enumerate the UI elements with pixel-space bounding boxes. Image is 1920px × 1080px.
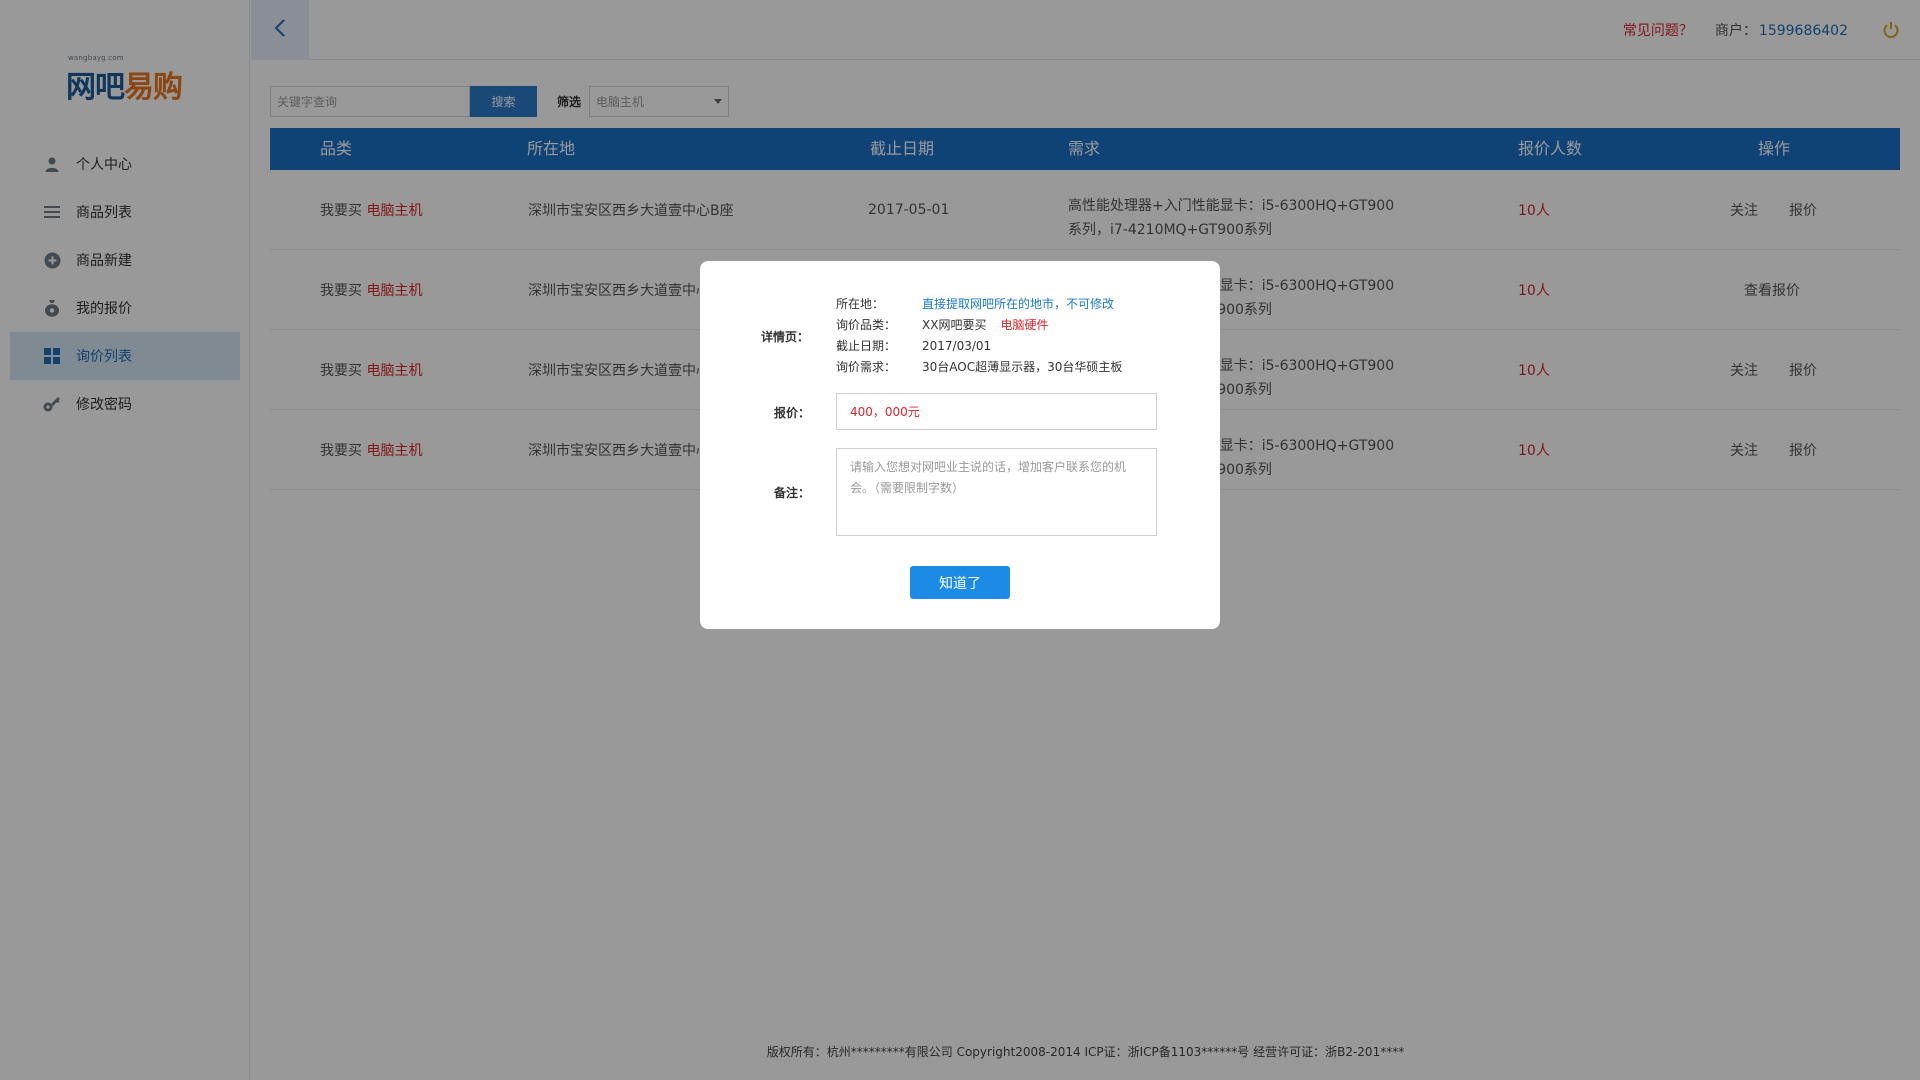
- detail-label: 详情页：: [761, 330, 810, 344]
- price-label: 报价：: [774, 406, 811, 420]
- ok-button[interactable]: 知道了: [910, 566, 1010, 599]
- remark-textarea[interactable]: 请输入您想对网吧业主说的话，增加客户联系您的机会。（需要限制字数）: [836, 448, 1157, 536]
- category-value: XX网吧要买: [922, 318, 987, 332]
- demand-key: 询价需求：: [836, 360, 897, 374]
- detail-location-line: 所在地： 直接提取网吧所在的地市，不可修改: [836, 293, 1114, 314]
- deadline-value: 2017/03/01: [922, 338, 992, 353]
- demand-value: 30台AOC超薄显示器，30台华硕主板: [922, 360, 1123, 374]
- category-red-value: 电脑硬件: [1000, 318, 1049, 332]
- location-key: 所在地：: [836, 297, 885, 311]
- detail-category-line: 询价品类： XX网吧要买 电脑硬件: [836, 314, 1048, 335]
- detail-demand-line: 询价需求： 30台AOC超薄显示器，30台华硕主板: [836, 356, 1122, 377]
- remark-label: 备注：: [774, 486, 811, 500]
- location-value: 直接提取网吧所在的地市，不可修改: [922, 297, 1115, 311]
- detail-deadline-line: 截止日期： 2017/03/01: [836, 335, 991, 356]
- category-key: 询价品类：: [836, 318, 897, 332]
- quote-detail-modal: 详情页： 所在地： 直接提取网吧所在的地市，不可修改 询价品类： XX网吧要买 …: [700, 261, 1220, 629]
- deadline-key: 截止日期：: [836, 339, 897, 353]
- price-input[interactable]: 400，000元: [836, 393, 1157, 430]
